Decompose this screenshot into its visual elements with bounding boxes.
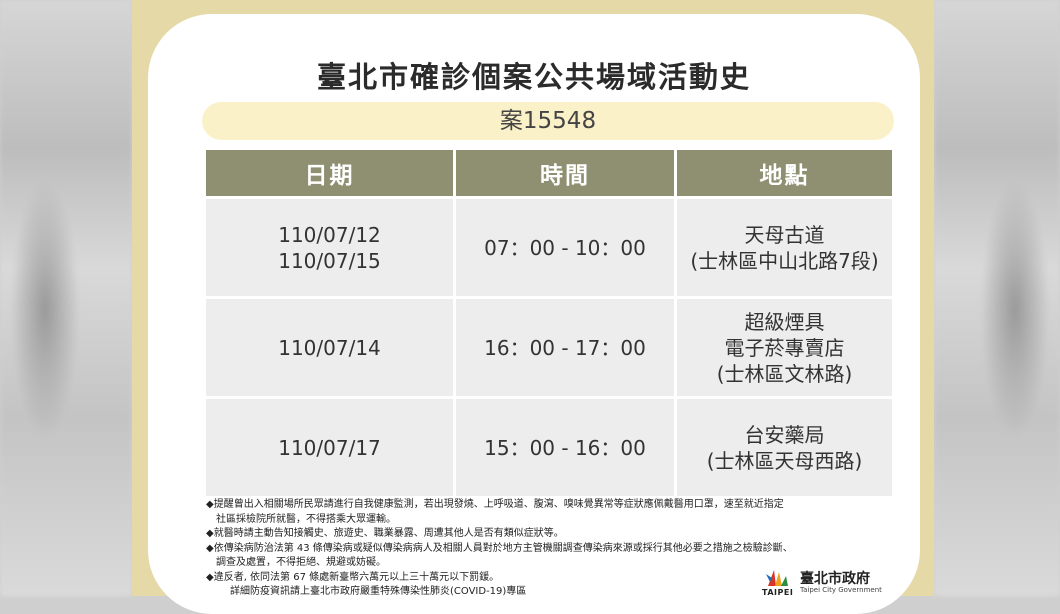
date-cell-line: 110/07/17 — [278, 435, 381, 460]
header-place: 地點 — [677, 150, 892, 196]
table-row: 110/07/14 16：00 - 17：00 超級煙具 電子菸專賣店 (士林區文林路) — [206, 299, 892, 396]
place-cell-line: 台安藥局 — [744, 422, 825, 447]
time-cell: 07：00 - 10：00 — [456, 199, 674, 296]
date-cell-line: 110/07/14 — [278, 335, 381, 360]
place-cell-line: 超級煙具 — [744, 309, 825, 334]
blurred-background-right — [934, 0, 1060, 596]
notice-line: ◆就醫時請主動告知接觸史、旅遊史、職業暴露、周遭其他人是否有類似症狀等。 — [206, 528, 564, 539]
time-cell: 16：00 - 17：00 — [456, 299, 674, 396]
date-cell: 110/07/17 — [206, 399, 453, 496]
logo-name: 臺北市政府 — [800, 571, 870, 587]
date-cell: 110/07/12 110/07/15 — [206, 199, 453, 296]
place-cell-line: (士林區中山北路7段) — [690, 248, 879, 273]
logo-subtitle: Taipei City Government — [800, 586, 882, 594]
page-title: 臺北市確診個案公共場域活動史 — [316, 60, 751, 94]
table-header-row: 日期 時間 地點 — [206, 150, 892, 196]
taipei-government-logo: TAIPEI 臺北市政府 Taipei City Government — [762, 566, 892, 600]
date-cell-line: 110/07/12 — [278, 222, 381, 247]
header-time: 時間 — [456, 150, 674, 196]
time-cell-line: 16：00 - 17：00 — [484, 335, 646, 360]
place-cell: 超級煙具 電子菸專賣店 (士林區文林路) — [677, 299, 892, 396]
place-cell-line: (士林區天母西路) — [706, 448, 863, 473]
place-cell-line: 電子菸專賣店 — [724, 335, 845, 360]
notice-line: 社區採檢院所就醫，不得搭乘大眾運輸。 — [216, 513, 396, 525]
date-cell: 110/07/14 — [206, 299, 453, 396]
case-number-badge: 案15548 — [202, 102, 894, 140]
notice-line: ◆提醒曾出入相關場所民眾請進行自我健康監測，若出現發燒、上呼吸道、腹瀉、嗅味覺異… — [206, 499, 784, 510]
table-body: 110/07/12 110/07/15 07：00 - 10：00 天母古道 (士林區中… — [206, 199, 892, 496]
time-cell: 15：00 - 16：00 — [456, 399, 674, 496]
notice-panel: 臺北市確診個案公共場域活動史 案15548 日期 時間 地點 110/07/12… — [132, 0, 934, 614]
place-cell: 天母古道 (士林區中山北路7段) — [677, 199, 892, 296]
place-cell-line: (士林區文林路) — [716, 361, 853, 386]
place-cell-line: 天母古道 — [744, 222, 825, 247]
time-cell-line: 07：00 - 10：00 — [484, 235, 646, 260]
notice-line: ◆依傳染病防治法第 43 條傳染病或疑似傳染病病人及相關人員對於地方主管機關調查… — [206, 542, 793, 554]
header-date: 日期 — [206, 150, 453, 196]
notice-card: 臺北市確診個案公共場域活動史 案15548 日期 時間 地點 110/07/12… — [148, 14, 920, 614]
activity-table: 日期 時間 地點 110/07/12 110/07/15 07：00 - 10：00… — [203, 147, 895, 499]
date-cell-line: 110/07/15 — [278, 248, 381, 273]
table-row: 110/07/12 110/07/15 07：00 - 10：00 天母古道 (士林區中… — [206, 199, 892, 296]
place-cell: 台安藥局 (士林區天母西路) — [677, 399, 892, 496]
time-cell-line: 15：00 - 16：00 — [484, 435, 646, 460]
blurred-background-left — [0, 0, 132, 596]
table-row: 110/07/17 15：00 - 16：00 台安藥局 (士林區天母西路) — [206, 399, 892, 496]
